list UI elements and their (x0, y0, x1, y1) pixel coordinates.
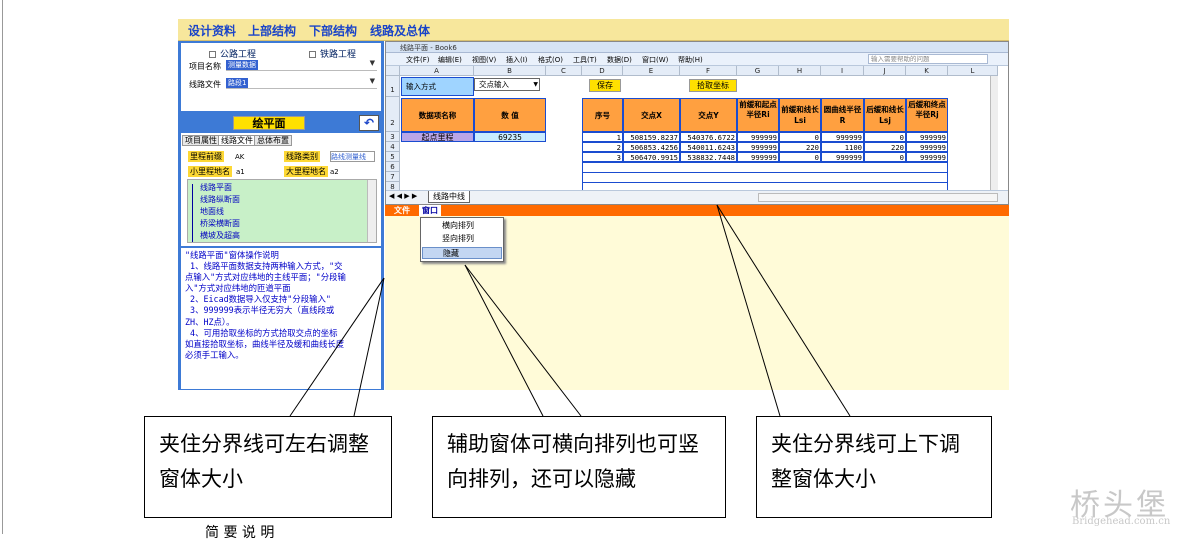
callout-arrange: 辅助窗体可横向排列也可竖向排列，还可以隐藏 (432, 416, 726, 518)
callout-ud-resize: 夹住分界线可上下调整窗体大小 (756, 416, 992, 518)
bottom-caption: 简 要 说 明 (205, 525, 275, 541)
watermark-logo: 桥头堡 Bridgehead.com.cn (1070, 480, 1185, 530)
watermark-url: Bridgehead.com.cn (1072, 516, 1171, 527)
callout-lr-resize: 夹住分界线可左右调整窗体大小 (144, 416, 392, 518)
